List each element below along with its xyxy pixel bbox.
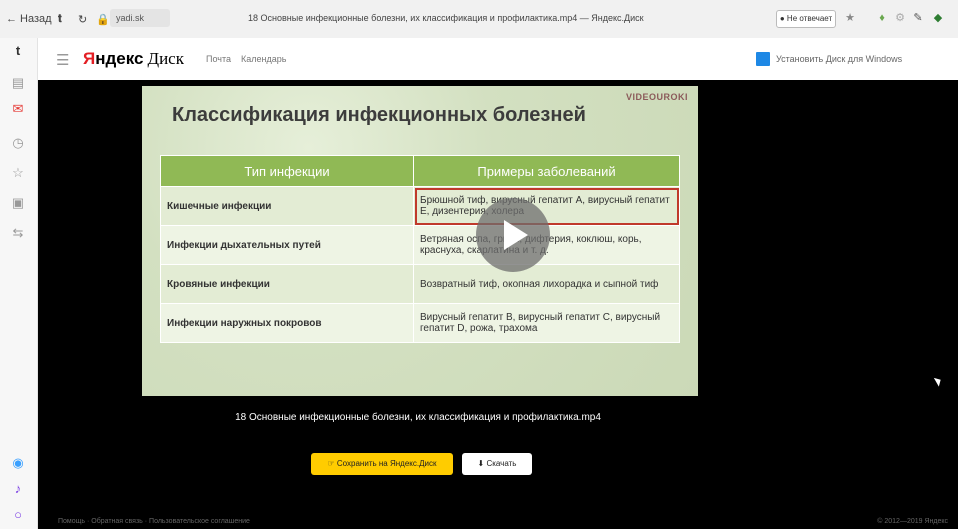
header-links: Почта Календарь (206, 54, 286, 64)
link-mail[interactable]: Почта (206, 54, 231, 64)
mouse-cursor-icon (933, 375, 944, 387)
extension-icon[interactable]: ★ (842, 10, 858, 26)
app-header: ☰ Яндекс Диск Почта Календарь Установить … (38, 38, 958, 80)
rail-alice-icon[interactable]: ◉ (9, 454, 27, 472)
windows-icon (756, 52, 770, 66)
slide-title: Классификация инфекционных болезней (172, 104, 586, 126)
extension-icon[interactable]: ◆ (930, 10, 946, 26)
table-row: Кровяные инфекции Возвратный тиф, окопна… (160, 264, 680, 304)
slide-table: Тип инфекции Примеры заболеваний Кишечны… (160, 155, 680, 343)
video-viewer[interactable]: VIDEOUROKI Классификация инфекционных бо… (38, 80, 958, 529)
status-badge[interactable]: ● Не отвечает (776, 10, 836, 28)
rail-notes-icon[interactable]: ▣ (9, 194, 27, 212)
rail-list-icon[interactable]: ▤ (9, 74, 27, 92)
page-title: 18 Основные инфекционные болезни, их кла… (248, 13, 644, 23)
rail-translate-icon[interactable]: ⇆ (9, 224, 27, 242)
download-button[interactable]: ⬇ Скачать (462, 453, 532, 475)
play-button[interactable] (476, 198, 550, 272)
yandex-logo[interactable]: Яндекс Диск (83, 49, 184, 69)
install-disk-button[interactable]: Установить Диск для Windows (756, 52, 902, 66)
extension-icon[interactable]: ♦ (874, 10, 890, 26)
table-row: Кишечные инфекции Брюшной тиф, вирусный … (160, 186, 680, 226)
menu-icon[interactable]: ☰ (56, 51, 69, 69)
footer-links[interactable]: Помощь · Обратная связь · Пользовательск… (58, 518, 250, 525)
rail-mail-icon[interactable]: ✉ (9, 100, 27, 118)
save-to-disk-button[interactable]: ☞ Сохранить на Яндекс.Диск (311, 453, 453, 475)
table-row: Инфекции наружных покровов Вирусный гепа… (160, 303, 680, 343)
file-name: 18 Основные инфекционные болезни, их кла… (235, 412, 601, 423)
browser-sidebar: t ▤ ✉ ◷ ☆ ▣ ⇆ ◉ ♪ ○ (0, 38, 38, 529)
browser-toolbar: ← Назад 𝐭 ↻ 🔒 yadi.sk 18 Основные инфекц… (0, 0, 958, 39)
rail-clock-icon[interactable]: ◷ (9, 134, 27, 152)
rail-music-icon[interactable]: ♪ (9, 480, 27, 498)
slide-brand: VIDEOUROKI (625, 92, 688, 102)
link-calendar[interactable]: Календарь (241, 54, 286, 64)
table-header: Примеры заболеваний (413, 155, 680, 187)
table-row: Инфекции дыхательных путей Ветряная оспа… (160, 225, 680, 265)
user-icon[interactable]: 𝐭 (58, 11, 62, 27)
table-header: Тип инфекции (160, 155, 414, 187)
lock-icon: 🔒 (96, 13, 110, 26)
extension-icon[interactable]: ⚙ (892, 10, 908, 26)
extension-icon[interactable]: ✎ (910, 10, 926, 26)
footer-copyright: © 2012—2019 Яндекс (877, 518, 948, 525)
rail-tab-icon[interactable]: t (9, 42, 27, 60)
back-button[interactable]: ← Назад (6, 11, 52, 27)
refresh-icon[interactable]: ↻ (78, 11, 87, 27)
play-icon (504, 220, 528, 250)
rail-ring-icon[interactable]: ○ (9, 506, 27, 524)
rail-star-icon[interactable]: ☆ (9, 164, 27, 182)
video-frame[interactable]: VIDEOUROKI Классификация инфекционных бо… (142, 86, 698, 396)
address-bar[interactable]: yadi.sk (110, 9, 170, 27)
